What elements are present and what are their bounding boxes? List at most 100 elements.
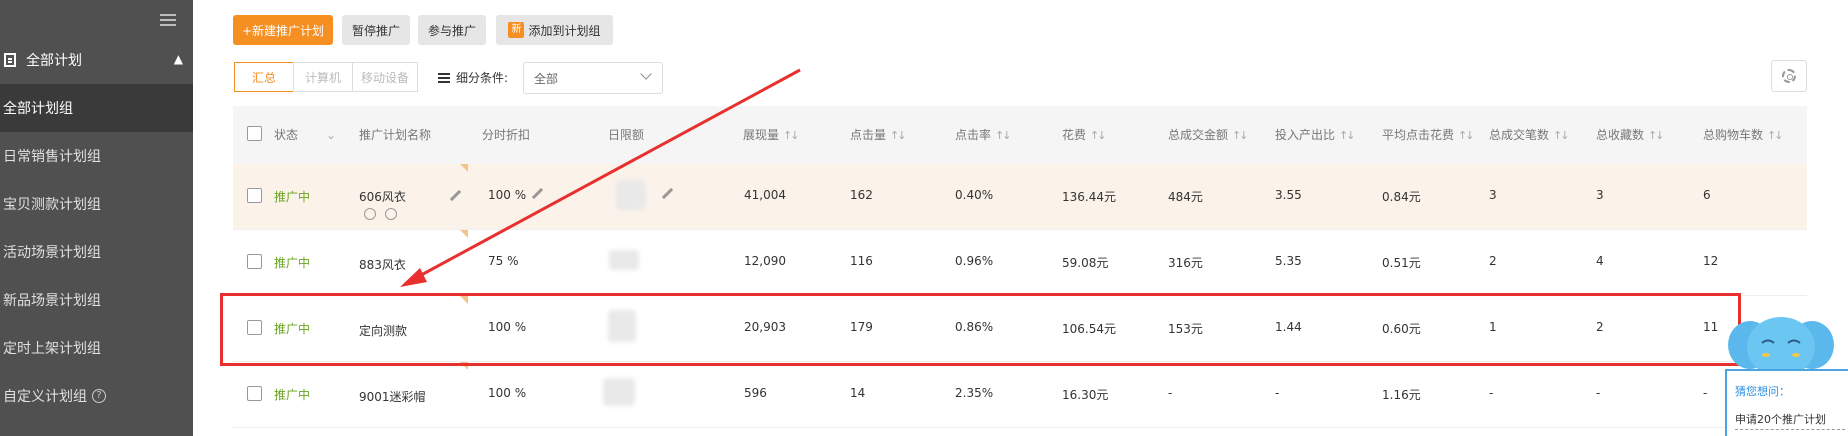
sidebar-item-label: 全部计划组 (3, 101, 73, 117)
gear-icon (1782, 69, 1796, 83)
tab-computer[interactable]: 计算机 (293, 62, 353, 92)
helper-question: 猜您想问： (1735, 385, 1790, 398)
header-gmv[interactable]: 总成交金额 ↑↓ (1168, 126, 1249, 143)
sort-icon: ↑↓ (1339, 129, 1356, 142)
cpc-value: 0.51元 (1382, 256, 1421, 270)
header-roi[interactable]: 投入产出比 ↑↓ (1275, 126, 1356, 143)
clicks-value: 14 (850, 386, 866, 400)
sort-icon: ↑↓ (1090, 129, 1107, 142)
collapse-sidebar-icon[interactable] (160, 14, 176, 28)
sidebar-item-label: 宝贝测款计划组 (3, 197, 101, 213)
highlight-box (220, 293, 1741, 366)
sidebar-item-label: 活动场景计划组 (3, 245, 101, 261)
impressions-value: 596 (744, 386, 767, 400)
ctr-value: 0.96% (955, 254, 994, 268)
sidebar-item-new-product[interactable]: 新品场景计划组 (0, 276, 193, 324)
edit-discount-icon[interactable] (531, 188, 543, 200)
add-to-group-button[interactable]: 新 添加到计划组 (496, 15, 613, 45)
document-icon (4, 53, 16, 67)
header-favorites[interactable]: 总收藏数 ↑↓ (1596, 126, 1665, 143)
favorites-value: 3 (1596, 188, 1604, 202)
sidebar-item-daily-sales[interactable]: 日常销售计划组 (0, 132, 193, 180)
blurred-daily-limit (616, 180, 646, 210)
tab-mobile[interactable]: 移动设备 (352, 62, 418, 92)
roi-value: - (1275, 386, 1280, 400)
pause-button[interactable]: 暂停推广 (342, 15, 410, 45)
chevron-down-icon (640, 68, 652, 80)
select-all-checkbox[interactable] (247, 126, 262, 141)
clicks-value: 116 (850, 254, 873, 268)
corner-marker (460, 230, 468, 238)
edit-daily-limit-icon[interactable] (661, 188, 673, 200)
settings-button[interactable] (1771, 60, 1807, 92)
sidebar-item-scheduled[interactable]: 定时上架计划组 (0, 324, 193, 372)
edit-name-icon[interactable] (449, 190, 461, 202)
plan-name-link[interactable]: 606风衣 (359, 188, 406, 205)
sidebar-section-title: 全部计划 (26, 53, 82, 69)
help-icon[interactable]: ? (92, 389, 106, 403)
ctr-value: 0.40% (955, 188, 994, 202)
discount-value: 75 % (488, 254, 519, 268)
gmv-value: - (1168, 386, 1173, 400)
header-cpc[interactable]: 平均点击花费 ↑↓ (1382, 126, 1475, 143)
sort-icon: ↑↓ (1458, 129, 1475, 142)
breakdown-label: 细分条件: (438, 69, 508, 86)
roi-value: 3.55 (1275, 188, 1302, 202)
header-plan-name: 推广计划名称 (359, 128, 432, 142)
header-orders[interactable]: 总成交笔数 ↑↓ (1489, 126, 1570, 143)
header-clicks[interactable]: 点击量 ↑↓ (850, 126, 907, 143)
sidebar-item-custom[interactable]: 自定义计划组? (0, 372, 193, 420)
helper-panel: 猜您想问： 申请20个推广计划 (1725, 369, 1848, 436)
header-status[interactable]: 状态 ⌄ (274, 126, 336, 143)
sidebar-item-label: 日常销售计划组 (3, 149, 101, 165)
sidebar-item-all-groups[interactable]: 全部计划组 (0, 84, 193, 132)
pause-icon[interactable] (364, 208, 376, 220)
header-impressions[interactable]: 展现量 ↑↓ (743, 126, 800, 143)
discount-value: 100 % (488, 188, 527, 202)
sidebar-item-label: 新品场景计划组 (3, 293, 101, 309)
table-row: 推广中 606风衣 100 % 41,004 162 0.40% 136.44元… (233, 164, 1807, 230)
blurred-daily-limit (609, 250, 639, 270)
elephant-mascot-icon (1728, 317, 1834, 375)
sort-icon: ↑↓ (1767, 129, 1784, 142)
cost-value: 16.30元 (1062, 388, 1109, 402)
status-text: 推广中 (274, 190, 311, 204)
plan-name-link[interactable]: 883风衣 (359, 256, 406, 273)
settings-small-icon[interactable] (385, 208, 397, 220)
carts-value: 6 (1703, 188, 1711, 202)
row-checkbox[interactable] (247, 386, 262, 401)
join-button[interactable]: 参与推广 (418, 15, 486, 45)
header-cost[interactable]: 花费 ↑↓ (1062, 126, 1107, 143)
row-checkbox[interactable] (247, 188, 262, 203)
sidebar-item-label: 定时上架计划组 (3, 341, 101, 357)
sidebar-section-all-plans[interactable]: 全部计划 ▲ (0, 40, 193, 80)
row-checkbox[interactable] (247, 254, 262, 269)
table-header: 状态 ⌄ 推广计划名称 分时折扣 日限额 展现量 ↑↓ 点击量 ↑↓ 点击率 ↑↓ 花费… (233, 106, 1807, 164)
discount-value: 100 % (488, 386, 527, 400)
sort-icon: ↑↓ (890, 129, 907, 142)
ctr-value: 2.35% (955, 386, 994, 400)
orders-value: - (1489, 386, 1494, 400)
breakdown-value: 全部 (534, 71, 559, 86)
tab-summary[interactable]: 汇总 (234, 62, 294, 92)
breakdown-select[interactable]: 全部 (523, 62, 663, 94)
corner-marker (460, 164, 468, 172)
sort-icon: ↑↓ (783, 129, 800, 142)
divider (1735, 429, 1845, 430)
header-carts[interactable]: 总购物车数 ↑↓ (1703, 126, 1784, 143)
sort-icon: ↑↓ (1553, 129, 1570, 142)
plan-name-link[interactable]: 9001迷彩帽 (359, 388, 426, 405)
gmv-value: 316元 (1168, 256, 1203, 270)
impressions-value: 12,090 (744, 254, 786, 268)
new-badge: 新 (508, 22, 525, 38)
sidebar-item-product-test[interactable]: 宝贝测款计划组 (0, 180, 193, 228)
new-plan-button[interactable]: +新建推广计划 (233, 15, 333, 45)
sort-icon: ↑↓ (1648, 129, 1665, 142)
header-daily-limit: 日限额 (608, 128, 645, 142)
header-ctr[interactable]: 点击率 ↑↓ (955, 126, 1012, 143)
sidebar-item-activity-scene[interactable]: 活动场景计划组 (0, 228, 193, 276)
header-discount: 分时折扣 (482, 128, 531, 142)
clicks-value: 162 (850, 188, 873, 202)
helper-suggestion-link[interactable]: 申请20个推广计划 (1735, 411, 1826, 427)
carts-value: 12 (1703, 254, 1719, 268)
